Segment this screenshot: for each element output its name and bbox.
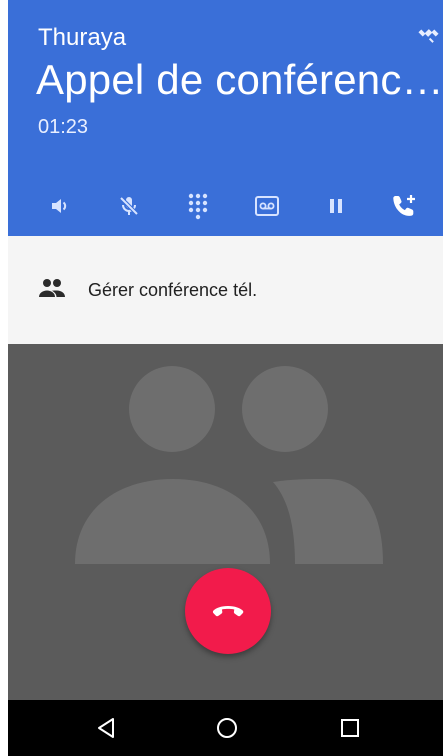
people-icon	[39, 279, 65, 297]
dialpad-button[interactable]	[178, 186, 218, 226]
hold-button[interactable]	[316, 186, 356, 226]
pause-icon	[330, 199, 342, 213]
carrier-name: Thuraya	[38, 24, 127, 51]
recents-button[interactable]	[334, 712, 366, 744]
call-controls	[8, 186, 443, 226]
satellite-icon	[418, 29, 439, 43]
back-button[interactable]	[90, 712, 122, 744]
speaker-button[interactable]	[40, 186, 80, 226]
call-header: Thuraya Appel de conférenc… 01:23	[8, 0, 443, 236]
voicemail-button[interactable]	[247, 186, 287, 226]
in-call-screen: Thuraya Appel de conférenc… 01:23 Gérer …	[8, 0, 443, 756]
manage-conference-label: Gérer conférence tél.	[88, 280, 258, 300]
add-call-icon	[393, 195, 415, 216]
dialpad-icon	[188, 193, 208, 220]
end-call-button[interactable]	[185, 568, 271, 654]
add-call-button[interactable]	[385, 186, 425, 226]
home-icon	[217, 718, 237, 738]
back-icon	[98, 718, 114, 738]
call-title: Appel de conférenc…	[36, 56, 443, 103]
end-call-icon	[212, 606, 244, 617]
voicemail-icon	[255, 196, 279, 216]
mic-off-icon	[119, 196, 139, 216]
speaker-icon	[52, 199, 67, 213]
call-timer: 01:23	[38, 116, 89, 138]
navigation-bar	[8, 700, 443, 756]
recents-icon	[341, 719, 359, 737]
mute-button[interactable]	[109, 186, 149, 226]
home-button[interactable]	[211, 712, 243, 744]
manage-conference-row[interactable]: Gérer conférence tél.	[8, 236, 443, 344]
